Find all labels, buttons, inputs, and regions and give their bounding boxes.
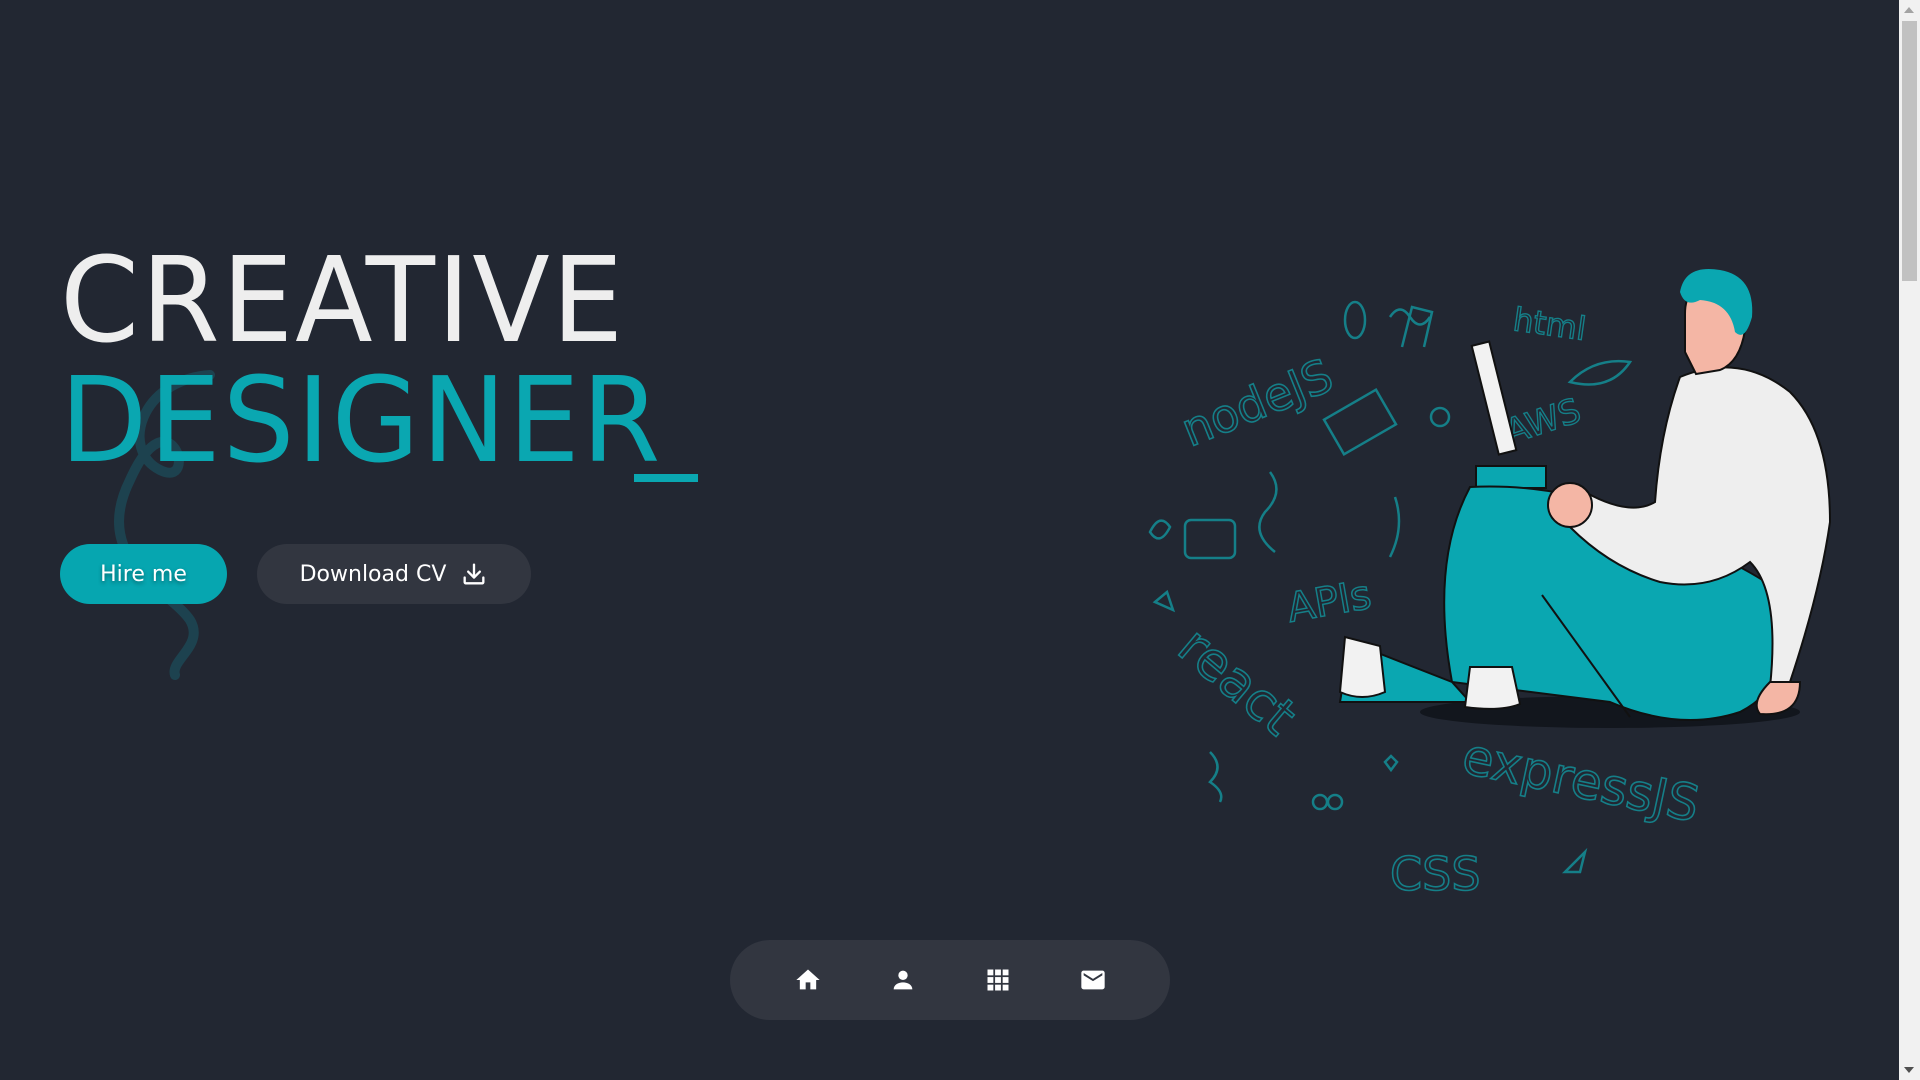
doodle-text: html — [1511, 300, 1588, 348]
mail-icon — [1080, 970, 1105, 990]
nav-home[interactable] — [778, 950, 838, 1010]
hero-title-line2: DESIGNER — [60, 351, 663, 489]
download-cv-button[interactable]: Download CV — [257, 544, 531, 604]
doodle-text: react — [1167, 616, 1308, 748]
doodle-text: APIs — [1284, 572, 1375, 632]
hire-me-button[interactable]: Hire me — [60, 544, 227, 604]
hero-title: CREATIVE DESIGNER — [60, 240, 687, 480]
doodle-text: expressJS — [1458, 727, 1705, 834]
download-icon — [463, 563, 485, 585]
nav-about[interactable] — [873, 950, 933, 1010]
scrollbar-thumb[interactable] — [1902, 21, 1917, 281]
developer-illustration: nodeJS html AWS APIs react expressJS CSS — [1148, 268, 1832, 902]
bottom-nav — [730, 940, 1170, 1020]
download-cv-label: Download CV — [299, 561, 447, 587]
scroll-up-arrow[interactable] — [1904, 7, 1914, 13]
doodle-text: CSS — [1390, 847, 1481, 901]
scroll-down-arrow[interactable] — [1904, 1067, 1914, 1073]
page: CREATIVE DESIGNER Hire me Download CV no… — [0, 0, 1920, 1080]
grid-icon — [987, 969, 1008, 991]
user-icon — [893, 970, 912, 990]
home-icon — [795, 969, 820, 990]
nav-contact[interactable] — [1063, 950, 1123, 1010]
scrollbar[interactable] — [1899, 0, 1920, 1080]
hire-me-label: Hire me — [100, 561, 187, 587]
doodle-text: nodeJS — [1174, 348, 1340, 457]
hero-title-line1: CREATIVE — [60, 231, 626, 369]
typing-cursor — [634, 474, 698, 482]
nav-portfolio[interactable] — [968, 950, 1028, 1010]
